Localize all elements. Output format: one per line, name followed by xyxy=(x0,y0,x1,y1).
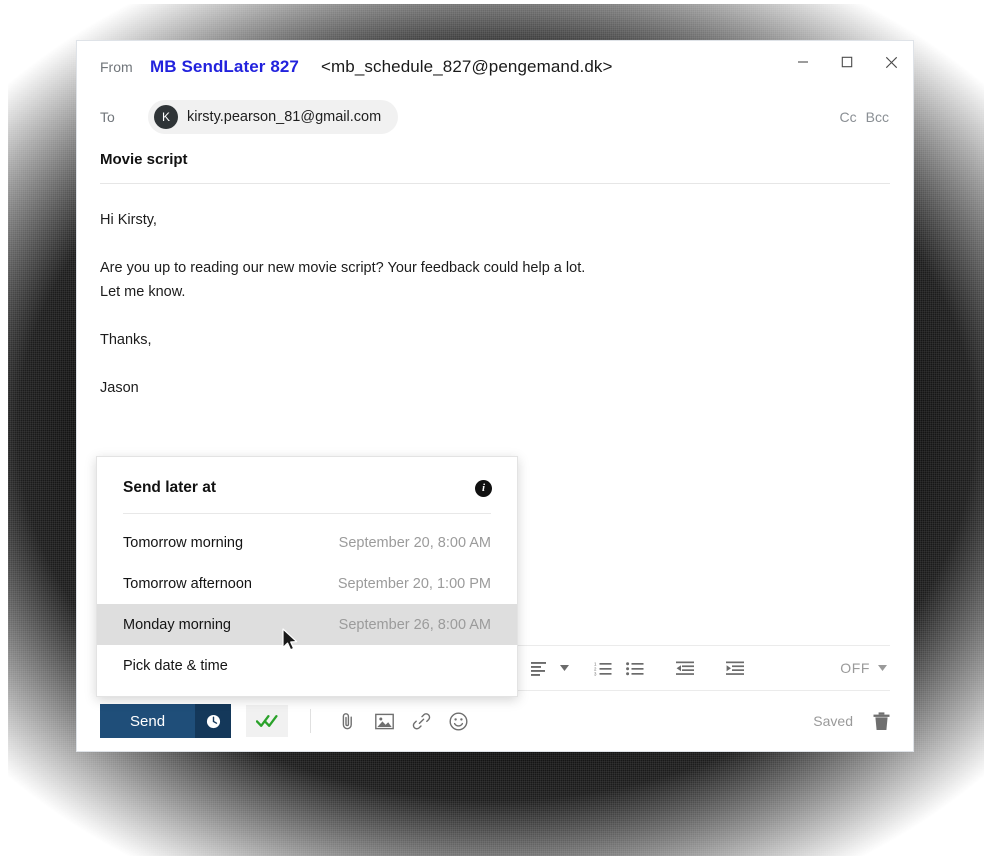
option-date: September 20, 1:00 PM xyxy=(337,575,491,592)
option-date: September 20, 8:00 AM xyxy=(338,534,491,551)
send-later-option-tomorrow-afternoon[interactable]: Tomorrow afternoon September 20, 1:00 PM xyxy=(97,563,517,604)
outdent-button[interactable] xyxy=(670,653,700,683)
body-paragraph: Are you up to reading our new movie scri… xyxy=(100,260,586,300)
clock-icon xyxy=(206,714,220,728)
align-left-icon xyxy=(530,661,546,676)
send-later-spacer xyxy=(97,514,517,522)
minimize-button[interactable] xyxy=(781,41,825,83)
chevron-down-icon xyxy=(559,665,569,671)
info-icon[interactable]: i xyxy=(475,479,492,497)
smiley-icon xyxy=(449,711,468,731)
option-label: Pick date & time xyxy=(123,657,228,674)
tracking-state-label: OFF xyxy=(840,660,870,676)
option-date: September 26, 8:00 AM xyxy=(338,616,491,633)
numbered-list-button[interactable]: 1 2 3 xyxy=(588,653,618,683)
cc-link[interactable]: Cc xyxy=(840,109,857,125)
outdent-icon xyxy=(676,661,694,675)
bulleted-list-icon xyxy=(626,661,644,675)
body-paragraph: Thanks, xyxy=(100,332,152,348)
send-button-group: Send xyxy=(100,704,232,738)
send-later-spacer xyxy=(97,686,517,696)
send-later-title: Send later at xyxy=(123,479,217,496)
numbered-list-icon: 1 2 3 xyxy=(594,661,612,676)
insert-emoji-button[interactable] xyxy=(442,705,474,737)
send-later-header: Send later at i xyxy=(97,457,517,513)
window-controls xyxy=(781,41,913,83)
discard-draft-button[interactable] xyxy=(873,711,890,731)
maximize-icon xyxy=(841,56,853,68)
recipient-email: kirsty.pearson_81@gmail.com xyxy=(187,109,382,125)
insert-link-button[interactable] xyxy=(405,705,437,737)
saved-status: Saved xyxy=(813,713,853,729)
body-paragraph: Jason xyxy=(100,380,139,396)
screen: From MB SendLater 827 <mb_schedule_827@p… xyxy=(0,0,990,862)
option-label: Monday morning xyxy=(123,616,231,633)
double-check-icon xyxy=(256,715,278,727)
send-later-option-tomorrow-morning[interactable]: Tomorrow morning September 20, 8:00 AM xyxy=(97,522,517,563)
action-bar-separator xyxy=(310,709,312,733)
cc-bcc-group: Cc Bcc xyxy=(840,109,889,125)
from-label: From xyxy=(100,59,133,75)
close-button[interactable] xyxy=(869,41,913,83)
body-paragraph: Hi Kirsty, xyxy=(100,212,157,228)
send-later-option-pick-date-time[interactable]: Pick date & time xyxy=(97,645,517,686)
to-label: To xyxy=(100,109,115,125)
paperclip-icon xyxy=(342,713,352,730)
subject-text: Movie script xyxy=(100,151,188,168)
bulleted-list-button[interactable] xyxy=(620,653,650,683)
close-icon xyxy=(885,56,897,68)
send-later-option-monday-morning[interactable]: Monday morning September 26, 8:00 AM xyxy=(97,604,517,645)
action-bar: Send Saved xyxy=(77,691,913,751)
send-later-popup: Send later at i Tomorrow morning Septemb… xyxy=(96,456,518,697)
maximize-button[interactable] xyxy=(825,41,869,83)
svg-text:3: 3 xyxy=(594,671,597,675)
to-row: To K kirsty.pearson_81@gmail.com Cc Bcc xyxy=(77,93,913,141)
align-button[interactable] xyxy=(524,653,554,683)
chevron-down-icon xyxy=(878,665,887,671)
from-display-name[interactable]: MB SendLater 827 xyxy=(150,57,299,77)
bcc-link[interactable]: Bcc xyxy=(866,109,889,125)
insert-image-button[interactable] xyxy=(368,705,400,737)
attach-file-button[interactable] xyxy=(331,705,363,737)
send-later-button[interactable] xyxy=(195,704,232,738)
avatar: K xyxy=(154,105,178,129)
align-dropdown-button[interactable] xyxy=(556,653,572,683)
trash-icon xyxy=(873,711,890,730)
option-label: Tomorrow afternoon xyxy=(123,575,252,592)
recipient-chip[interactable]: K kirsty.pearson_81@gmail.com xyxy=(148,100,399,134)
indent-icon xyxy=(726,661,744,675)
image-icon xyxy=(374,713,394,729)
link-icon xyxy=(412,712,430,729)
send-button[interactable]: Send xyxy=(100,704,196,738)
indent-button[interactable] xyxy=(720,653,750,683)
read-receipt-button[interactable] xyxy=(246,705,289,737)
tracking-toggle[interactable]: OFF xyxy=(840,660,890,676)
from-address: <mb_schedule_827@pengemand.dk> xyxy=(320,57,613,76)
option-label: Tomorrow morning xyxy=(123,534,244,551)
send-label: Send xyxy=(130,712,166,730)
action-bar-right: Saved xyxy=(813,711,890,731)
minimize-icon xyxy=(798,61,808,63)
subject-row[interactable]: Movie script xyxy=(77,141,913,183)
